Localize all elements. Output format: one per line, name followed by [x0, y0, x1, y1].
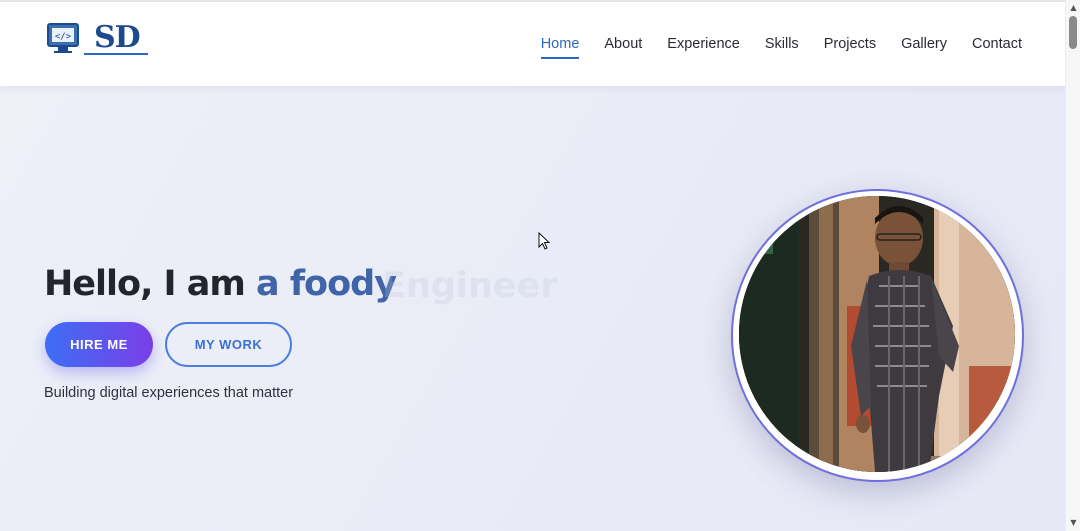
- main-nav: Home About Experience Skills Projects Ga…: [540, 36, 1022, 59]
- hire-me-button[interactable]: HIRE ME: [45, 322, 153, 367]
- nav-about[interactable]: About: [604, 36, 642, 56]
- page-scrollbar[interactable]: ▲ ▼: [1065, 0, 1080, 531]
- scroll-up-arrow-icon[interactable]: ▲: [1069, 4, 1078, 12]
- scrollbar-thumb[interactable]: [1069, 16, 1077, 49]
- mouse-cursor-icon: [538, 232, 551, 250]
- nav-contact[interactable]: Contact: [972, 36, 1022, 56]
- profile-photo: [739, 196, 1015, 472]
- nav-home[interactable]: Home: [540, 36, 579, 59]
- svg-text:</>: </>: [55, 32, 72, 42]
- my-work-button[interactable]: MY WORK: [165, 322, 292, 367]
- typing-ghost-text: Engineer: [382, 266, 558, 306]
- hero-headline: Hello, I am a foody: [44, 264, 397, 304]
- scroll-down-arrow-icon[interactable]: ▼: [1069, 519, 1078, 527]
- nav-experience[interactable]: Experience: [667, 36, 740, 56]
- nav-skills[interactable]: Skills: [765, 36, 799, 56]
- typed-role-text: a foody: [256, 264, 397, 304]
- nav-gallery[interactable]: Gallery: [901, 36, 947, 56]
- nav-projects[interactable]: Projects: [824, 36, 876, 56]
- logo-text: SD: [94, 20, 141, 55]
- site-header: </> SD Home About Experience Skills Proj…: [0, 0, 1065, 86]
- hero-section: Hello, I am a foody Engineer HIRE ME MY …: [0, 86, 1065, 531]
- hero-tagline: Building digital experiences that matter: [44, 385, 294, 401]
- greeting-text: Hello, I am: [44, 264, 257, 304]
